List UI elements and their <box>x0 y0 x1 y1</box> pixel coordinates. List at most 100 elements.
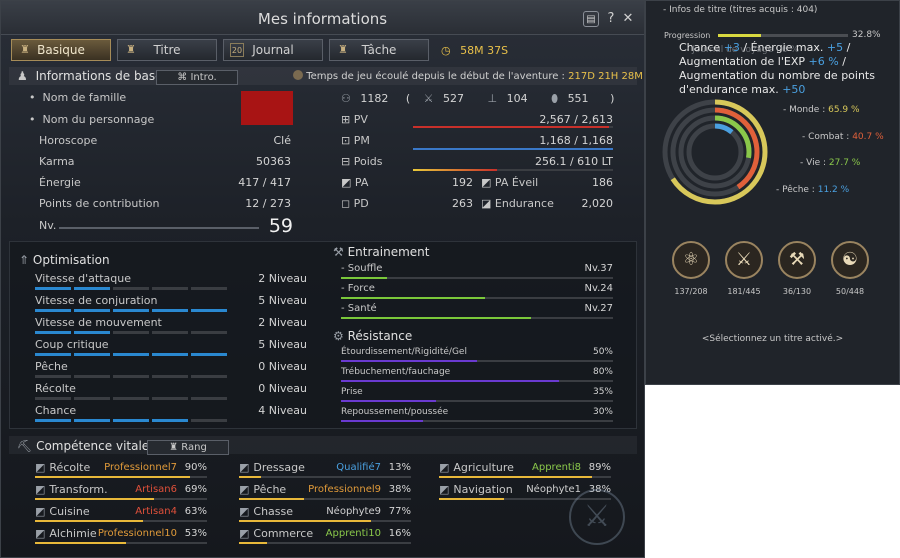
defense-icon: ◻ <box>341 197 351 210</box>
life-title-icon[interactable]: ⚒ <box>778 241 816 279</box>
tab-titre[interactable]: ♜ Titre <box>117 39 217 61</box>
title-info-header: - Infos de titre (titres acquis : 404) <box>663 5 818 15</box>
clock-icon: ◷ <box>441 44 451 57</box>
awakening-icon: ⊥ <box>487 92 498 105</box>
pa-eveil-label: ◩ PA Éveil <box>481 176 539 189</box>
poids-value: 256.1 / 610 LT <box>534 155 613 168</box>
resistance-label: Étourdissement/Rigidité/Gel <box>341 347 467 357</box>
optimisation-segment <box>152 287 188 290</box>
optimisation-segment <box>152 331 188 334</box>
vital-skill-percent: 16% <box>388 528 411 539</box>
training-label: - Souffle <box>341 263 383 274</box>
optimisation-segment <box>113 375 149 378</box>
poids-bar <box>413 169 613 171</box>
world-title-icon[interactable]: ⚛ <box>672 241 710 279</box>
vital-skill-percent: 38% <box>388 484 411 495</box>
progress-fill <box>718 34 761 37</box>
vital-skill-bar <box>239 498 411 500</box>
vital-skill-fill <box>439 476 593 478</box>
vital-skill-icon: ◩ <box>35 461 46 474</box>
optimisation-segment <box>35 397 71 400</box>
resistance-value: 50% <box>592 347 613 357</box>
optimisation-segment <box>191 419 227 422</box>
horoscope-value: Clé <box>273 134 291 147</box>
resistance-bar <box>341 380 613 382</box>
optimisation-segment <box>191 375 227 378</box>
vital-skill-rank: Professionnel7 <box>104 462 177 473</box>
pv-label: ⊞ PV <box>341 113 368 126</box>
group-icon: ⚇ <box>341 92 351 105</box>
optimisation-segment <box>74 331 110 334</box>
tab-journal[interactable]: 20 Journal <box>223 39 323 61</box>
close-icon[interactable]: ✕ <box>620 11 636 27</box>
combat-title-icon[interactable]: ⚔ <box>725 241 763 279</box>
contribution-label: Points de contribution <box>39 197 160 210</box>
intro-button[interactable]: ⌘ Intro. <box>156 70 238 85</box>
vital-skill-fill <box>239 520 372 522</box>
name-redaction <box>241 91 293 125</box>
tab-basique[interactable]: ♜ Basique <box>11 39 111 61</box>
vital-skill-bar <box>35 498 207 500</box>
vital-skill-percent: 13% <box>388 462 411 473</box>
training-level: Nv.24 <box>584 283 613 294</box>
stat-summary: ⚇ 1182 ( ⚔ 527 ⊥ 104 ⬮ 551 ) <box>341 92 615 105</box>
character-name-label: • Nom du personnage <box>29 113 155 126</box>
optimisation-label: Vitesse d'attaque <box>35 272 131 285</box>
training-level: Nv.37 <box>584 263 613 274</box>
optimisation-segment <box>191 309 227 312</box>
title-bar[interactable]: Mes informations ▤ ? ✕ <box>1 1 644 35</box>
pm-label: ⊡ PM <box>341 134 370 147</box>
optimisation-segment <box>113 287 149 290</box>
resistance-bar <box>341 400 613 402</box>
select-title-text[interactable]: <Sélectionnez un titre activé.> <box>646 334 899 344</box>
pd-value: 263 <box>452 197 473 210</box>
orb-icon <box>293 70 303 80</box>
resistance-label: Repoussement/poussée <box>341 407 449 417</box>
base-info-title: ♟ Informations de base <box>17 69 163 83</box>
vital-skill-rank: Artisan6 <box>135 484 177 495</box>
optimisation-segment <box>113 309 149 312</box>
fishing-title-icon[interactable]: ☯ <box>831 241 869 279</box>
resistance-value: 80% <box>592 367 613 377</box>
rank-button[interactable]: ♜ Rang <box>147 440 229 455</box>
optimisation-segment <box>113 353 149 356</box>
optimisation-segment <box>152 375 188 378</box>
ring-track <box>686 123 744 181</box>
training-fill <box>341 277 388 279</box>
vital-skill-rank: Néophyte9 <box>326 506 381 517</box>
resistance-bar <box>341 420 613 422</box>
optimisation-segment <box>152 397 188 400</box>
pm-bar <box>413 148 613 150</box>
optimisation-value: 0 Niveau <box>258 360 307 373</box>
vital-skill-fill <box>35 520 144 522</box>
vital-skill-fill <box>239 542 267 544</box>
optimisation-label: Vitesse de conjuration <box>35 294 158 307</box>
playtime: Temps de jeu écoulé depuis le début de l… <box>293 70 643 82</box>
optimisation-label: Vitesse de mouvement <box>35 316 162 329</box>
progress-label: Progression <box>664 31 711 40</box>
resistance-fill <box>341 420 423 422</box>
timer: ◷ 58M 37S <box>441 44 509 57</box>
vital-skill-rank: Professionnel9 <box>308 484 381 495</box>
vital-skill-icon: ◩ <box>239 483 250 496</box>
life-count: 36/130 <box>782 287 812 296</box>
vital-skill-fill <box>35 476 190 478</box>
resistance-fill <box>341 360 477 362</box>
resistance-fill <box>341 380 559 382</box>
screenshot-icon[interactable]: ▤ <box>583 11 599 27</box>
training-fill <box>341 317 532 319</box>
optimisation-segment <box>152 309 188 312</box>
weight-icon: ⊟ <box>341 155 351 168</box>
training-label: - Force <box>341 283 375 294</box>
tab-tache[interactable]: ♜ Tâche <box>329 39 429 61</box>
optimisation-segment <box>35 419 71 422</box>
combat-count: 181/445 <box>727 287 761 296</box>
optimisation-segment <box>74 353 110 356</box>
resistance-value: 30% <box>592 407 613 417</box>
help-icon[interactable]: ? <box>603 11 619 27</box>
endurance-value: 2,020 <box>581 197 614 210</box>
optimisation-segment <box>35 309 71 312</box>
optimisation-segment <box>35 353 71 356</box>
resistance-icon: ⚙ <box>333 329 344 343</box>
optimisation-segment <box>152 353 188 356</box>
